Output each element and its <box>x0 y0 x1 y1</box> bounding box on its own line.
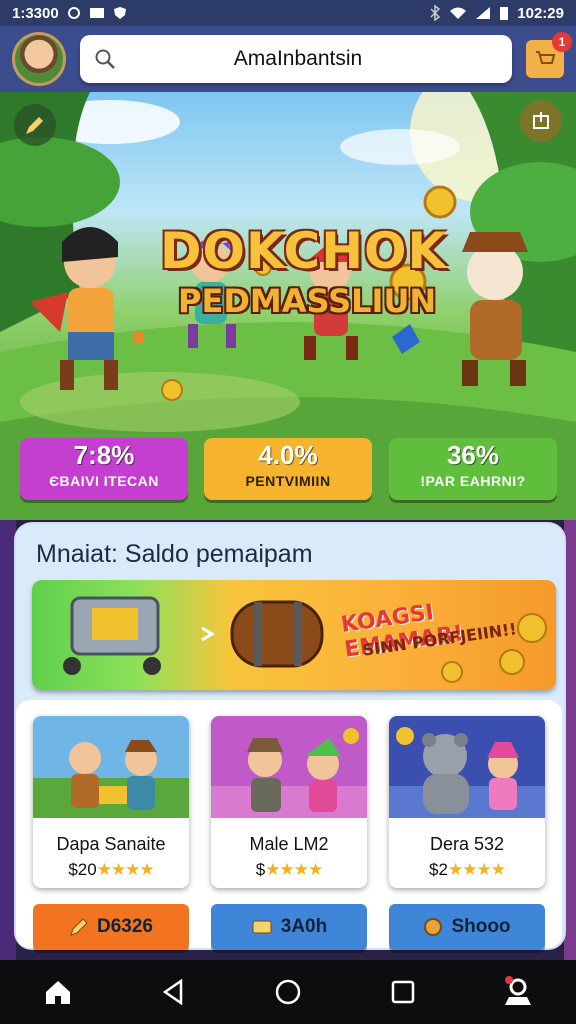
promo-banner[interactable]: KOAGSI EMAMAR! SINN PORFJEIIN!! <box>32 580 556 690</box>
profile-avatar[interactable] <box>12 32 66 86</box>
recents-icon <box>391 980 415 1004</box>
price-value: $ <box>255 860 266 879</box>
action-button-2[interactable]: 3A0h <box>211 904 367 950</box>
pencil-icon <box>70 918 88 936</box>
profile-icon <box>505 976 532 1005</box>
product-price: $20★★★★ <box>33 860 189 880</box>
product-image <box>389 716 545 818</box>
nav-recents[interactable] <box>375 964 431 1020</box>
product-card[interactable]: Dera 532 $2★★★★ <box>389 716 545 888</box>
search-input[interactable]: AmaInbantsin <box>128 47 468 71</box>
nav-back[interactable] <box>145 964 201 1020</box>
product-name: Dera 532 <box>429 834 505 854</box>
home-icon <box>45 981 70 1004</box>
search-icon <box>95 49 115 69</box>
product-name: Male LM2 <box>249 834 329 854</box>
stat-value: 7:8% <box>73 440 135 470</box>
stat-tile-2[interactable]: 4.0% PENTVIMIIN <box>204 438 372 500</box>
bluetooth-icon <box>430 5 441 21</box>
action-button-3[interactable]: Shooo <box>389 904 545 950</box>
product-image <box>211 716 367 818</box>
status-bar: 1:3300 102:29 <box>0 0 576 26</box>
product-card[interactable]: Male LM2 $★★★★ <box>211 716 367 888</box>
side-decoration-left <box>0 520 16 960</box>
product-card[interactable]: Dapa Sanaite $20★★★★ <box>33 716 189 888</box>
status-time-left: 1:3300 <box>12 4 59 22</box>
stat-label: !PAR EAHRNI? <box>420 473 526 489</box>
circle-home-icon <box>275 979 301 1005</box>
product-price: $★★★★ <box>211 860 367 880</box>
action-label: 3A0h <box>280 916 328 937</box>
hero-subtitle: PEDMASSLIUN <box>178 282 437 320</box>
panel-title: Mnaiat: Saldo pemaipam <box>36 540 313 568</box>
notification-icon <box>67 7 80 19</box>
system-nav-bar <box>0 960 576 1024</box>
wifi-icon <box>450 7 467 19</box>
cart-badge: 1 <box>552 32 572 52</box>
app-root: 1:3300 102:29 AmaInbantsin 1 DOKCHOK PED… <box>0 0 576 1024</box>
pencil-icon <box>26 117 43 134</box>
cart-icon <box>536 51 556 64</box>
stat-value: 36% <box>446 440 500 470</box>
coin-icon <box>424 918 443 936</box>
search-bar[interactable]: AmaInbantsin <box>80 35 512 83</box>
hero-title: DOKCHOK <box>160 222 448 280</box>
battery-icon <box>500 7 509 20</box>
stat-tile-3[interactable]: 36% !PAR EAHRNI? <box>389 438 557 500</box>
price-value: $20 <box>68 860 97 879</box>
edit-button[interactable] <box>14 104 56 146</box>
app-header: AmaInbantsin 1 <box>0 26 576 92</box>
nav-home-circle[interactable] <box>260 964 316 1020</box>
price-value: $2 <box>429 860 448 879</box>
share-button[interactable] <box>520 100 562 142</box>
share-icon <box>533 112 549 129</box>
signal-icon <box>476 7 491 19</box>
shield-icon <box>113 7 126 19</box>
stat-tile-1[interactable]: 7:8% ЄBAIVI ITECAN <box>20 438 188 500</box>
action-button-1[interactable]: D6326 <box>33 904 189 950</box>
rating-stars-icon: ★★★★ <box>447 860 506 879</box>
action-label: Shooo <box>451 916 511 937</box>
stat-label: ЄBAIVI ITECAN <box>49 473 159 489</box>
action-label: D6326 <box>97 916 153 937</box>
product-name: Dapa Sanaite <box>56 834 166 854</box>
product-price: $2★★★★ <box>389 860 545 880</box>
stat-label: PENTVIMIIN <box>245 473 331 489</box>
stat-value: 4.0% <box>258 440 318 470</box>
product-image <box>33 716 189 818</box>
cart-button[interactable]: 1 <box>526 32 572 78</box>
side-decoration-right <box>564 520 576 960</box>
ticket-icon <box>252 920 272 934</box>
rating-stars-icon: ★★★★ <box>265 860 323 879</box>
status-time-right: 102:29 <box>517 4 564 22</box>
mail-icon <box>89 8 104 18</box>
rating-stars-icon: ★★★★ <box>96 860 155 879</box>
back-icon <box>162 979 183 1005</box>
nav-home[interactable] <box>30 964 86 1020</box>
nav-profile[interactable] <box>490 964 546 1020</box>
